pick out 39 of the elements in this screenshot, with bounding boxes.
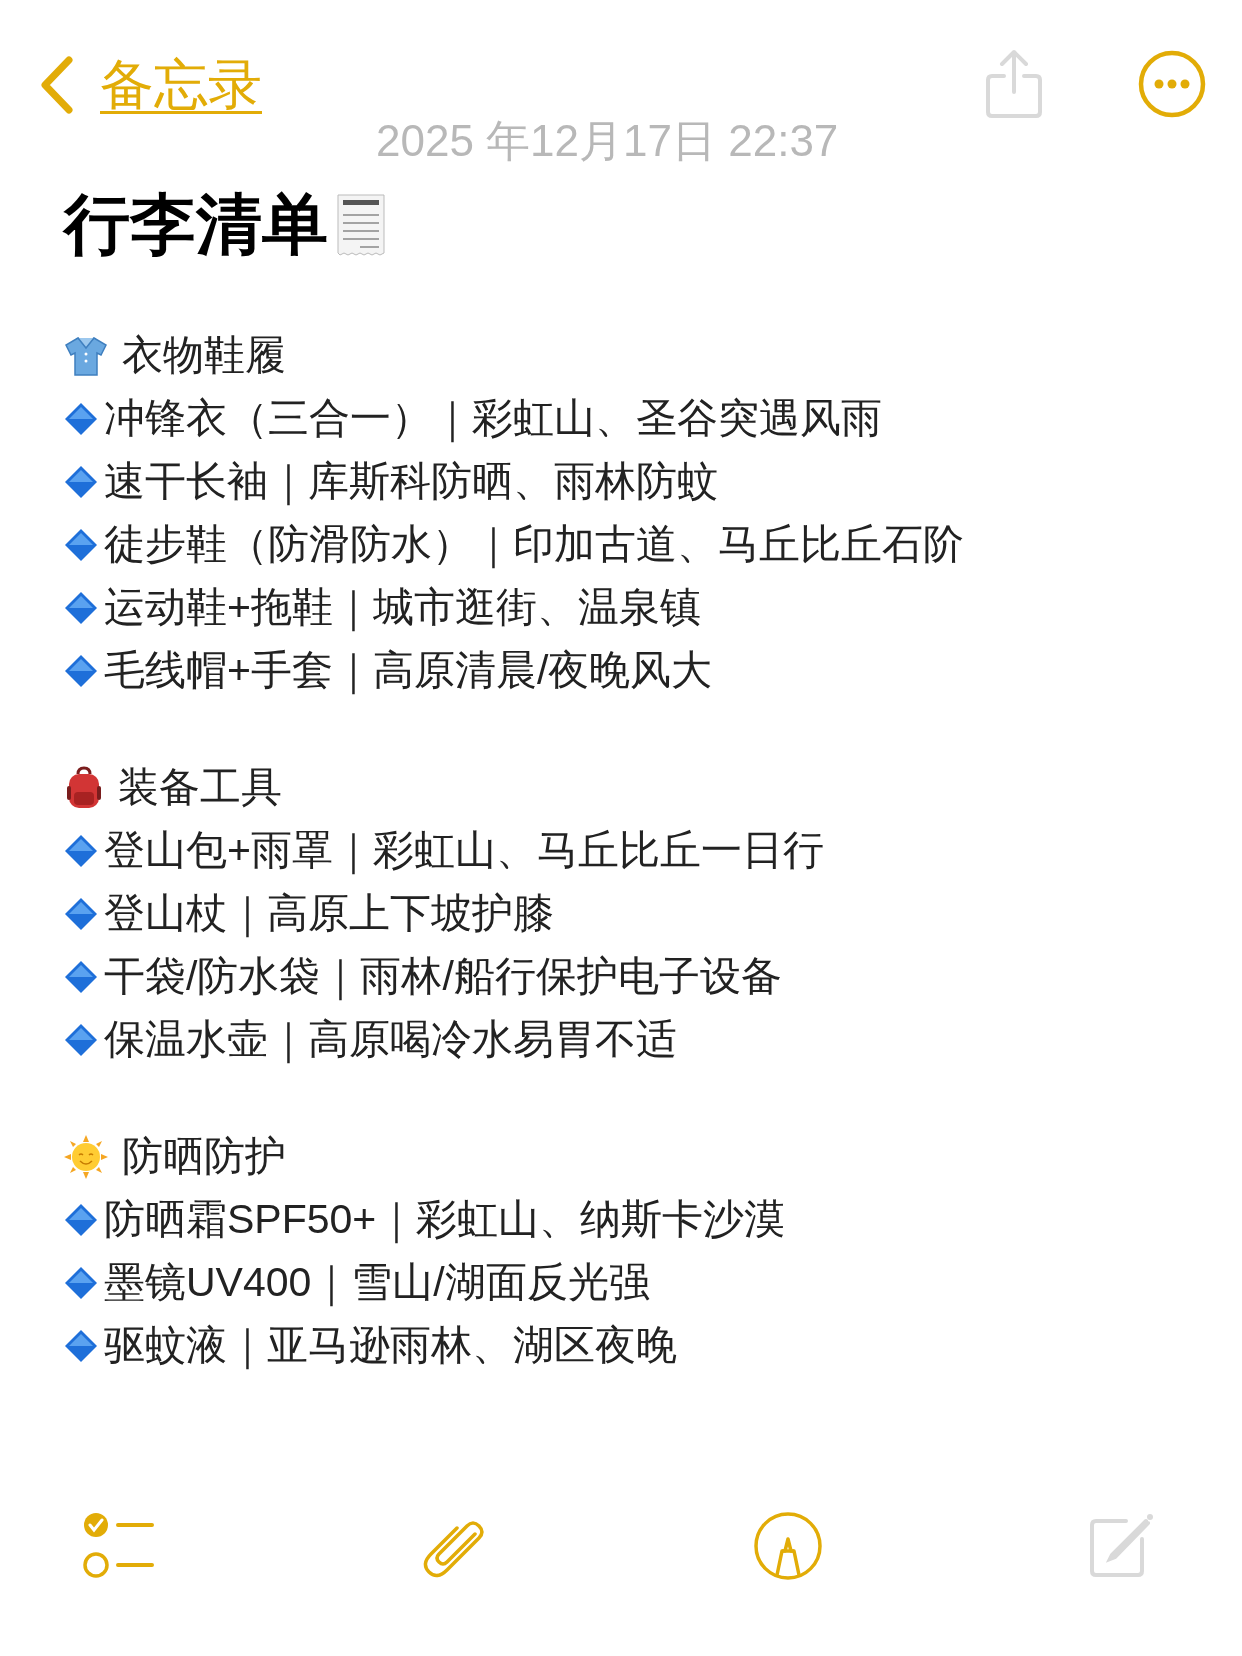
list-item: 速干长袖｜库斯科防晒、雨林防蚊 [104,457,718,508]
diamond-icon [64,1202,98,1237]
diamond-icon [64,959,98,994]
back-chevron-icon [40,56,74,114]
pen-tip-icon [752,1511,823,1581]
sun-icon [64,1134,108,1179]
checklist-icon [82,1511,156,1581]
receipt-icon [336,193,386,257]
list-item: 运动鞋+拖鞋｜城市逛街、温泉镇 [104,583,701,634]
section-heading: 防晒防护 [122,1132,286,1181]
list-item: 登山包+雨罩｜彩虹山、马丘比丘一日行 [104,826,824,877]
list-item: 毛线帽+手套｜高原清晨/夜晚风大 [104,646,713,697]
diamond-icon [64,1022,98,1057]
compose-icon [1088,1513,1154,1579]
diamond-icon [64,653,98,688]
diamond-icon [64,590,98,625]
list-item: 防晒霜SPF50+｜彩虹山、纳斯卡沙漠 [104,1195,786,1246]
list-item: 驱蚊液｜亚马逊雨林、湖区夜晚 [104,1321,677,1372]
back-button[interactable]: 备忘录 [40,48,262,122]
note-title: 行李清单 [64,186,328,263]
section-heading: 装备工具 [118,763,282,812]
diamond-icon [64,527,98,562]
diamond-icon [64,401,98,436]
diamond-icon [64,464,98,499]
note-date: 2025 年12月17日 22:37 [376,115,839,166]
list-item: 保温水壶｜高原喝冷水易胃不适 [104,1015,677,1066]
list-item: 登山杖｜高原上下坡护膝 [104,889,554,940]
list-item: 墨镜UV400｜雪山/湖面反光强 [104,1258,650,1309]
diamond-icon [64,1265,98,1300]
list-item: 干袋/防水袋｜雨林/船行保护电子设备 [104,952,782,1003]
list-item: 冲锋衣（三合一）｜彩虹山、圣谷突遇风雨 [104,394,882,445]
section-heading: 衣物鞋履 [122,331,286,380]
diamond-icon [64,896,98,931]
backpack-icon [64,765,104,810]
diamond-icon [64,833,98,868]
diamond-icon [64,1328,98,1363]
share-icon [984,47,1044,120]
more-icon [1138,49,1206,118]
list-item: 徒步鞋（防滑防水）｜印加古道、马丘比丘石阶 [104,520,964,571]
